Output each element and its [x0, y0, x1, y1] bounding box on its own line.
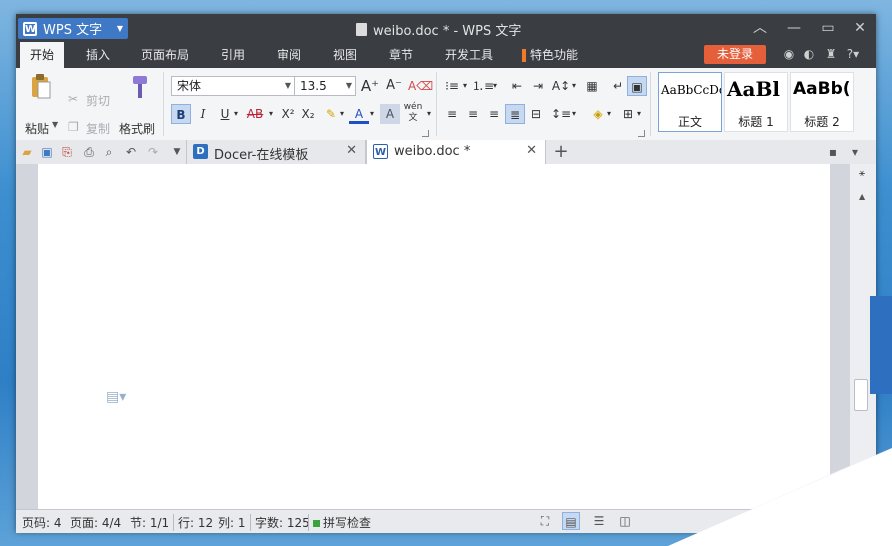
page-curl-decoration	[668, 448, 892, 546]
